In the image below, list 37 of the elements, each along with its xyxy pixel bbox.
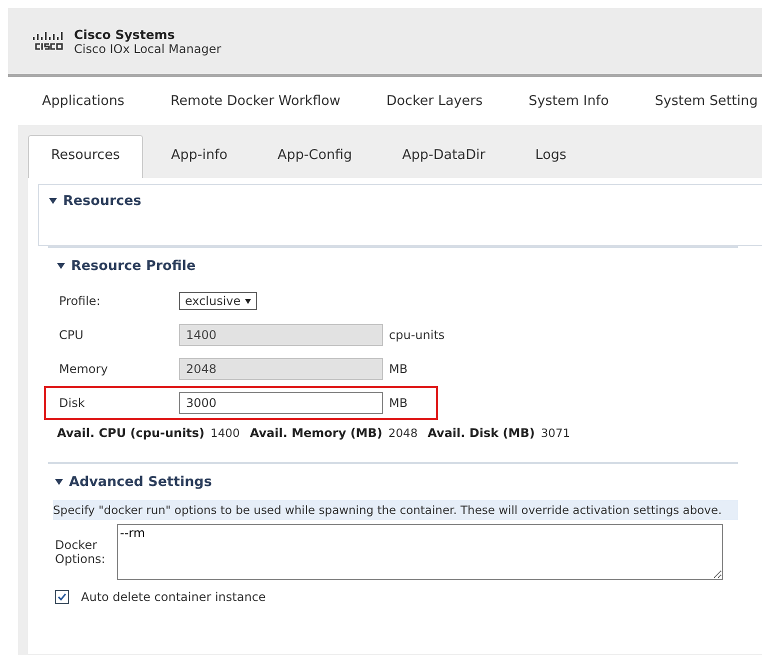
availability-label: Avail. Memory (MB) [250,426,382,440]
availability-label: Avail. Disk (MB) [428,426,535,440]
nav-tab[interactable]: System Info [528,93,609,109]
nav-tab[interactable]: Applications [42,93,124,109]
caret-icon [244,298,251,304]
cisco-logo-icon [32,31,66,51]
unit-label: cpu-units [389,328,445,342]
section-header[interactable]: Advanced Settings [55,474,212,490]
availability-value: 3071 [540,426,570,440]
availability-value: 2048 [388,426,418,440]
tab[interactable]: Logs [513,136,588,178]
availability-label: Avail. CPU (cpu-units) [57,426,205,440]
checkbox[interactable] [55,590,69,604]
profile-dropdown[interactable]: exclusive [179,292,257,310]
tab[interactable]: Resources [28,135,143,178]
tab[interactable]: App-Config [256,136,374,178]
unit-label: MB [389,362,408,376]
nav-tab[interactable]: Docker Layers [386,93,483,109]
field-label: Disk [59,396,86,410]
nav-tab[interactable]: System Setting [654,93,758,109]
docker-options-field[interactable]: --rm [117,524,723,580]
nav-tab[interactable]: Remote Docker Workflow [170,93,340,109]
availability-value: 1400 [210,426,240,440]
hint-text: Specify "docker run" options to be used while spawning the container. These will override activation settings above. [53,500,738,520]
product-name: Cisco IOx Local Manager [74,42,222,56]
input-field[interactable]: 3000 [179,392,383,414]
field-label: Profile: [59,294,102,308]
checkbox-label: Auto delete container instance [81,590,266,604]
tab[interactable]: App-info [148,136,250,178]
field-label: Memory [59,362,109,376]
unit-label: MB [389,396,408,410]
brand-name: Cisco Systems [74,26,176,42]
section-header[interactable]: Resource Profile [57,258,196,274]
field-label: Docker Options: [55,538,106,566]
tab[interactable]: App-DataDir [380,136,508,178]
field-label: CPU [59,328,84,342]
section-header[interactable]: Resources [49,193,142,209]
